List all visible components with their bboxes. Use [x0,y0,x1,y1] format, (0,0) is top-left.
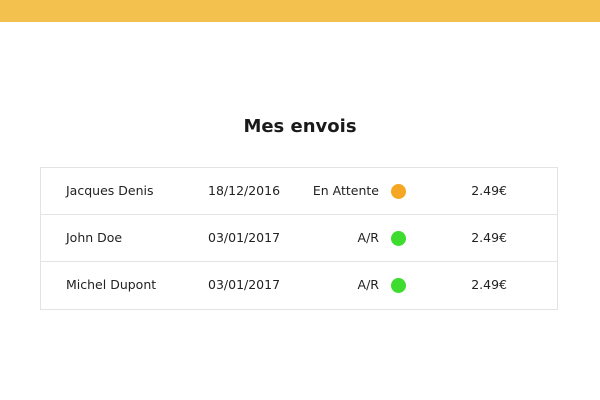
shipment-price: 2.49€ [471,183,507,198]
status-dot-icon [391,231,406,246]
page-title: Mes envois [243,116,357,137]
shipment-date: 18/12/2016 [208,183,281,198]
shipment-date: 03/01/2017 [208,230,281,245]
shipment-price: 2.49€ [471,230,507,245]
status-label: A/R [357,277,379,292]
shipment-date: 03/01/2017 [208,277,281,292]
status-label: En Attente [312,183,379,198]
table-row[interactable]: Michel Dupont 03/01/2017 A/R 2.49€ [41,262,557,309]
recipient-name: Michel Dupont [66,277,157,292]
table-row[interactable]: John Doe 03/01/2017 A/R 2.49€ [41,215,557,262]
status-dot-icon [391,278,406,293]
shipments-table: Jacques Denis 18/12/2016 En Attente 2.49… [40,167,558,310]
status-label: A/R [357,230,379,245]
top-bar [0,0,600,22]
status-dot-icon [391,184,406,199]
shipment-price: 2.49€ [471,277,507,292]
recipient-name: Jacques Denis [66,183,154,198]
table-row[interactable]: Jacques Denis 18/12/2016 En Attente 2.49… [41,168,557,215]
recipient-name: John Doe [66,230,123,245]
